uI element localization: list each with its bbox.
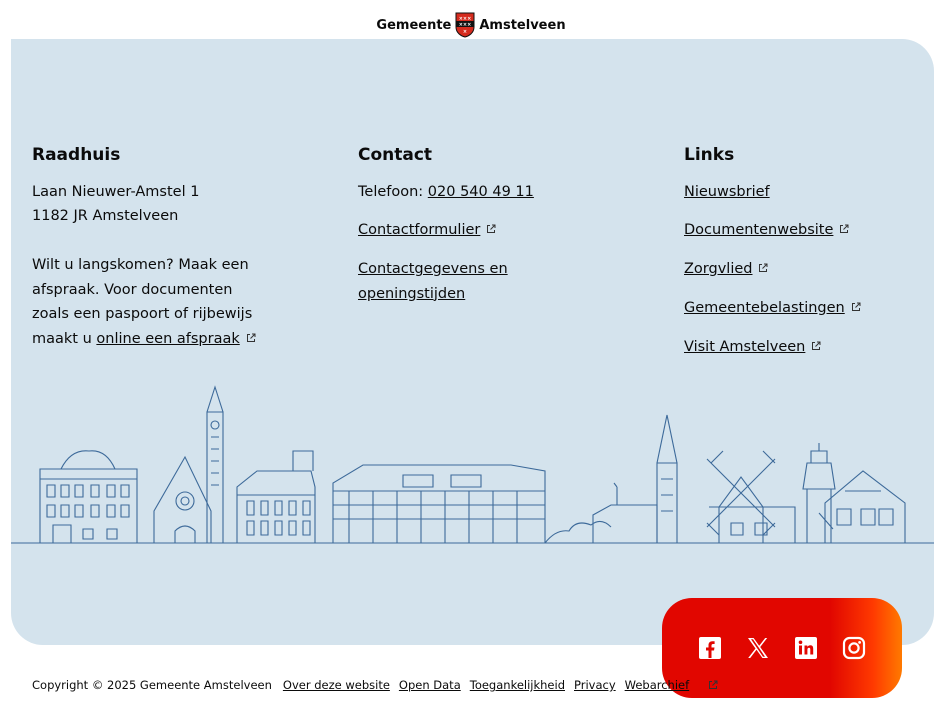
footer-link-toegankelijkheid[interactable]: Toegankelijkheid	[470, 678, 565, 692]
external-link-icon	[709, 680, 718, 689]
links-column: Links Nieuwsbrief Documentenwebsite Zorg…	[684, 143, 914, 373]
external-link-icon	[487, 224, 496, 234]
link-nieuwsbrief[interactable]: Nieuwsbrief	[684, 184, 770, 200]
phone-label: Telefoon:	[358, 183, 424, 200]
footer-link-over-deze-website[interactable]: Over deze website	[283, 678, 390, 692]
instagram-icon[interactable]	[841, 635, 867, 661]
contact-form-link[interactable]: Contactformulier	[358, 222, 480, 238]
contact-details-link[interactable]: Contactgegevens en openingstijden	[358, 261, 508, 302]
amstelveen-shield-icon: ××× ××× ×	[455, 12, 475, 38]
online-appointment-link[interactable]: online een afspraak	[96, 331, 239, 347]
raadhuis-address-line2: 1182 JR Amstelveen	[32, 208, 179, 224]
city-skyline-illustration	[11, 385, 934, 544]
links-item: Nieuwsbrief	[684, 180, 914, 205]
links-item: Zorgvlied	[684, 257, 914, 282]
external-link-icon	[246, 333, 256, 342]
contact-phone: Telefoon: 020 540 49 11	[358, 180, 558, 205]
contact-form-item: Contactformulier	[358, 218, 558, 243]
svg-text:×××: ×××	[459, 22, 472, 28]
appointment-link-label: online een afspraak	[96, 330, 240, 347]
raadhuis-address-line1: Laan Nieuwer-Amstel 1	[32, 183, 200, 200]
link-visit-amstelveen[interactable]: Visit Amstelveen	[684, 339, 805, 355]
footer-panel: Raadhuis Laan Nieuwer-Amstel 1 1182 JR A…	[11, 39, 934, 645]
logo-text-right: Amstelveen	[479, 17, 566, 33]
x-icon[interactable]	[745, 635, 771, 661]
facebook-icon[interactable]	[697, 635, 723, 661]
link-gemeentebelastingen[interactable]: Gemeentebelastingen	[684, 300, 845, 316]
raadhuis-heading: Raadhuis	[32, 145, 121, 165]
links-item: Visit Amstelveen	[684, 335, 914, 360]
links-heading: Links	[684, 145, 735, 165]
footer-link-open-data[interactable]: Open Data	[399, 678, 461, 692]
bottom-footer: Copyright © 2025 Gemeente Amstelveen Ove…	[32, 678, 718, 692]
copyright-text: Copyright © 2025 Gemeente Amstelveen	[32, 678, 272, 692]
linkedin-icon[interactable]	[793, 635, 819, 661]
raadhuis-column: Raadhuis Laan Nieuwer-Amstel 1 1182 JR A…	[32, 143, 272, 351]
svg-text:×: ×	[463, 29, 467, 35]
site-logo[interactable]: Gemeente ××× ××× × Amstelveen	[0, 12, 942, 38]
link-zorgvlied[interactable]: Zorgvlied	[684, 261, 752, 277]
contact-heading: Contact	[358, 145, 433, 165]
external-link-icon	[851, 302, 861, 311]
footer-link-webarchief[interactable]: Webarchief	[625, 678, 690, 692]
contact-details-item: Contactgegevens en openingstijden	[358, 257, 558, 306]
links-item: Gemeentebelastingen	[684, 296, 914, 321]
raadhuis-visit-text: Wilt u langskomen? Maak een afspraak. Vo…	[32, 253, 272, 351]
footer-link-privacy[interactable]: Privacy	[574, 678, 616, 692]
phone-number-link[interactable]: 020 540 49 11	[428, 184, 534, 200]
contact-column: Contact Telefoon: 020 540 49 11 Contactf…	[358, 143, 558, 320]
svg-text:×××: ×××	[459, 16, 472, 22]
external-link-icon	[759, 263, 768, 273]
external-link-icon	[840, 224, 849, 234]
logo-text-left: Gemeente	[376, 17, 452, 33]
external-link-icon	[812, 341, 821, 350]
links-item: Documentenwebsite	[684, 218, 914, 243]
link-documentenwebsite[interactable]: Documentenwebsite	[684, 222, 833, 238]
